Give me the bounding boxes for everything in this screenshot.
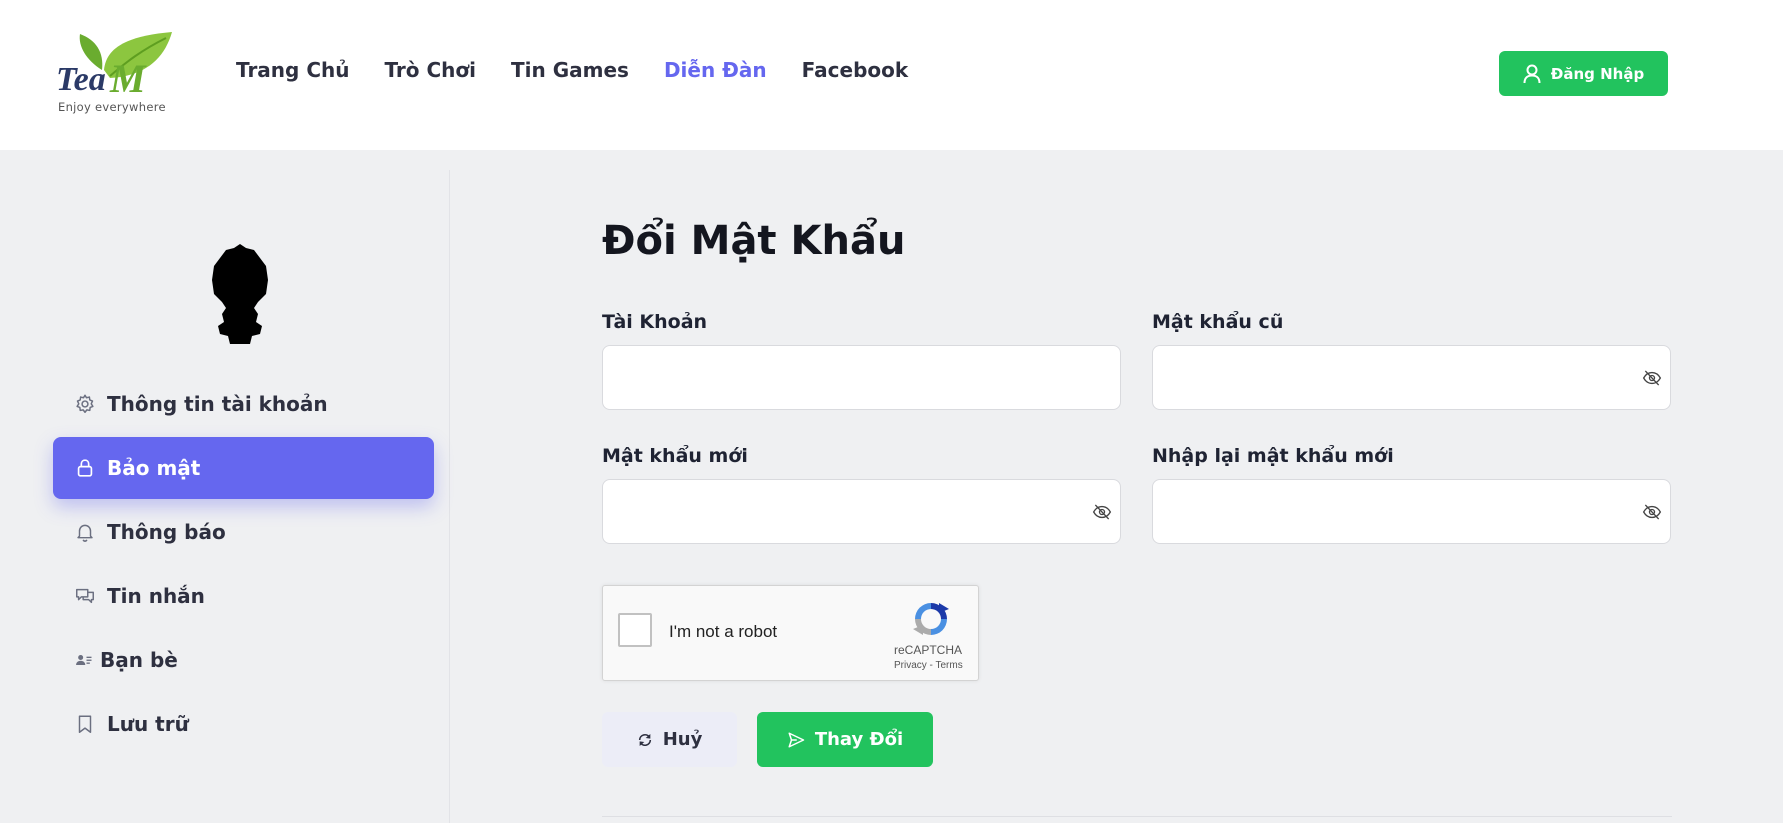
sidebar-divider	[449, 170, 450, 823]
old-password-label: Mật khẩu cũ	[1152, 311, 1284, 333]
svg-text:Tea: Tea	[56, 61, 106, 98]
submit-button[interactable]: Thay Đổi	[757, 712, 933, 767]
bell-icon	[77, 524, 93, 542]
sidebar-item-label: Thông tin tài khoản	[107, 392, 328, 416]
avatar	[200, 240, 280, 350]
cancel-button[interactable]: Huỷ	[602, 712, 737, 767]
account-field[interactable]	[602, 345, 1121, 410]
old-password-field[interactable]	[1152, 345, 1671, 410]
confirm-password-input[interactable]	[1153, 480, 1670, 543]
lock-icon	[77, 459, 93, 477]
svg-text:M: M	[109, 56, 147, 101]
logo-tagline: Enjoy everywhere	[58, 100, 166, 114]
sidebar-item-notifications[interactable]: Thông báo	[53, 501, 434, 563]
eye-off-icon[interactable]	[1642, 502, 1662, 522]
friends-icon	[76, 655, 92, 665]
sidebar-item-label: Lưu trữ	[107, 712, 189, 736]
login-label: Đăng Nhập	[1550, 64, 1645, 83]
eye-off-icon[interactable]	[1092, 502, 1112, 522]
new-password-field[interactable]	[602, 479, 1121, 544]
new-password-input[interactable]	[603, 480, 1120, 543]
account-label: Tài Khoản	[602, 311, 708, 333]
sidebar-item-security[interactable]: Bảo mật	[53, 437, 434, 499]
sidebar-item-archive[interactable]: Lưu trữ	[53, 693, 434, 755]
old-password-input[interactable]	[1153, 346, 1670, 409]
avatar-silhouette-icon	[212, 244, 268, 344]
bookmark-icon	[78, 715, 92, 733]
site-header: Tea M Enjoy everywhere Trang Chủ Trò Chơ…	[0, 0, 1783, 150]
nav-link-facebook[interactable]: Facebook	[802, 58, 909, 82]
recaptcha-links[interactable]: Privacy - Terms	[894, 660, 963, 671]
chat-icon	[76, 588, 94, 604]
recaptcha-brand: reCAPTCHA	[894, 643, 963, 657]
sidebar-item-friends[interactable]: Bạn bè	[53, 629, 434, 691]
nav-link-trang-chu[interactable]: Trang Chủ	[236, 58, 349, 82]
recaptcha-checkbox[interactable]	[618, 613, 652, 647]
main-nav: Trang Chủ Trò Chơi Tin Games Diễn Đàn Fa…	[236, 58, 908, 82]
form-divider	[602, 816, 1672, 817]
account-input[interactable]	[603, 346, 1120, 409]
sidebar-item-label: Thông báo	[107, 520, 226, 544]
cancel-label: Huỷ	[662, 729, 703, 750]
sidebar-item-label: Tin nhắn	[107, 584, 205, 608]
sidebar-item-label: Bạn bè	[100, 648, 178, 672]
sidebar-item-account-info[interactable]: Thông tin tài khoản	[53, 373, 434, 435]
send-icon	[788, 732, 805, 747]
recaptcha-widget: I'm not a robot reCAPTCHA Privacy - Term…	[602, 585, 979, 681]
login-button[interactable]: Đăng Nhập	[1499, 51, 1668, 96]
nav-link-tro-choi[interactable]: Trò Chơi	[384, 58, 476, 82]
recaptcha-logo-icon	[913, 603, 949, 635]
new-password-label: Mật khẩu mới	[602, 445, 748, 467]
eye-off-icon[interactable]	[1642, 368, 1662, 388]
user-icon	[1523, 64, 1541, 83]
sidebar-item-messages[interactable]: Tin nhắn	[53, 565, 434, 627]
page-title: Đổi Mật Khẩu	[602, 218, 906, 264]
nav-link-tin-games[interactable]: Tin Games	[511, 58, 629, 82]
sidebar-item-label: Bảo mật	[107, 456, 201, 480]
account-menu: Thông tin tài khoản Bảo mật Thông báo Ti…	[53, 373, 434, 757]
confirm-password-label: Nhập lại mật khẩu mới	[1152, 445, 1394, 467]
recaptcha-text: I'm not a robot	[669, 622, 778, 641]
gear-icon	[76, 394, 94, 413]
nav-link-dien-dan[interactable]: Diễn Đàn	[664, 58, 767, 82]
refresh-icon	[638, 733, 651, 746]
confirm-password-field[interactable]	[1152, 479, 1671, 544]
submit-label: Thay Đổi	[814, 729, 904, 750]
